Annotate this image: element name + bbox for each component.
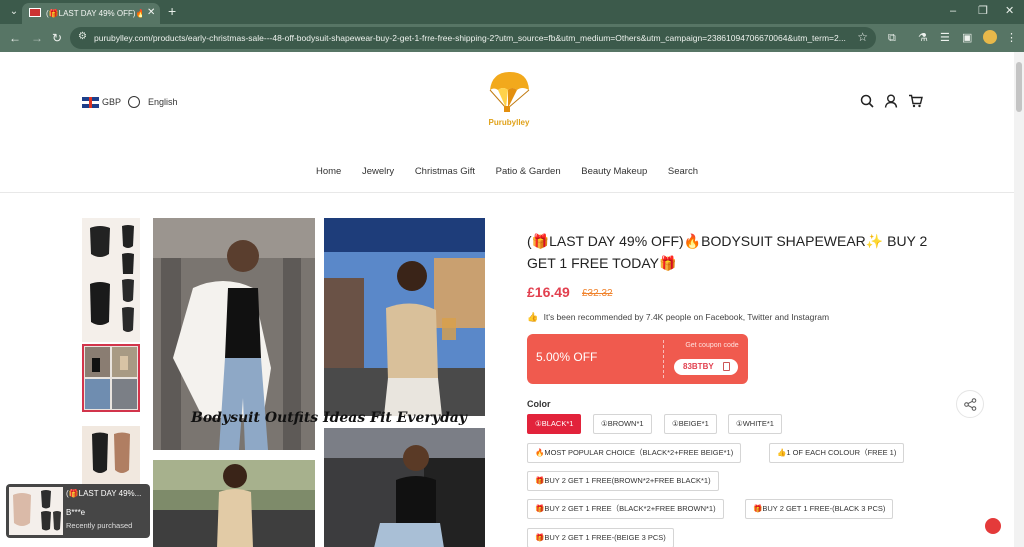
- variant-option-brown[interactable]: ①BROWN*1: [593, 414, 652, 434]
- web-page: GBP English Purubylley Home Jewelry Chri…: [0, 52, 1014, 547]
- scrollbar-thumb[interactable]: [1016, 62, 1022, 112]
- share-button[interactable]: [956, 390, 984, 418]
- side-panel-icon[interactable]: ▣: [962, 31, 972, 45]
- color-label: Color: [527, 399, 551, 409]
- gallery-image-street-beige[interactable]: [153, 460, 315, 547]
- us-flag-favicon-icon: [29, 8, 41, 17]
- gallery-image-black-stairs[interactable]: [324, 428, 485, 547]
- minimize-button[interactable]: –: [950, 3, 956, 19]
- back-arrow-icon[interactable]: ←: [9, 30, 21, 46]
- recent-purchase-title: (🎁LAST DAY 49%...: [66, 489, 142, 498]
- nav-item-beauty-makeup[interactable]: Beauty Makeup: [581, 164, 647, 180]
- language-label[interactable]: English: [148, 95, 178, 109]
- uk-flag-icon: [82, 97, 99, 108]
- reading-list-icon[interactable]: ☰: [940, 31, 950, 45]
- product-thumbnail-3-selected[interactable]: [82, 344, 140, 412]
- tab-search-chevron-icon[interactable]: ⌄: [6, 4, 22, 20]
- browser-tab[interactable]: (🎁LAST DAY 49% OFF)🔥BODYSUIT SHAPEWEAR ✕: [22, 3, 160, 24]
- gallery-banner-text: Bodysuit Outfits Ideas Fit Everyday: [191, 410, 467, 426]
- currency-label[interactable]: GBP: [102, 95, 121, 109]
- profile-avatar-icon[interactable]: [983, 30, 997, 44]
- lab-flask-icon[interactable]: ⚗: [918, 31, 928, 45]
- coupon-label: Get coupon code: [685, 342, 739, 349]
- product-thumbnail-2[interactable]: [82, 274, 140, 342]
- coupon-discount: 5.00% OFF: [536, 350, 598, 364]
- cart-icon[interactable]: [908, 94, 923, 108]
- address-bar[interactable]: ⚙ purubylley.com/products/early-christma…: [70, 27, 876, 49]
- tab-close-icon[interactable]: ✕: [147, 6, 155, 20]
- original-price: £32.32: [582, 288, 613, 299]
- coupon-code: 83BTBY: [683, 362, 714, 371]
- variant-option-white[interactable]: ①WHITE*1: [728, 414, 782, 434]
- variant-option-black[interactable]: ①BLACK*1: [527, 414, 582, 434]
- globe-icon: [128, 96, 140, 108]
- account-user-icon[interactable]: [884, 94, 898, 108]
- variant-option-most-popular[interactable]: 🔥MOST POPULAR CHOICE（BLACK*2+FREE BEIGE*…: [527, 443, 742, 463]
- recent-purchase-subtitle: Recently purchased: [66, 521, 133, 530]
- coupon-divider: [663, 340, 664, 378]
- coupon-code-button[interactable]: 83BTBY: [674, 359, 738, 375]
- coupon-card: 5.00% OFF Get coupon code 83BTBY: [527, 334, 748, 384]
- recommendation-text: It's been recommended by 7.4K people on …: [543, 312, 830, 322]
- nav-item-jewelry[interactable]: Jewelry: [362, 164, 394, 180]
- restore-button[interactable]: ❐: [978, 3, 988, 19]
- nav-item-patio-garden[interactable]: Patio & Garden: [496, 164, 561, 180]
- extensions-icon[interactable]: ⧉: [888, 31, 896, 45]
- recent-purchase-image: [9, 487, 63, 535]
- page-scrollbar[interactable]: [1014, 52, 1024, 547]
- product-title: (🎁LAST DAY 49% OFF)🔥BODYSUIT SHAPEWEAR✨ …: [527, 233, 928, 271]
- site-info-icon[interactable]: ⚙: [78, 31, 87, 42]
- bookmark-star-icon[interactable]: ☆: [857, 30, 868, 44]
- close-window-button[interactable]: ✕: [1005, 3, 1014, 19]
- recent-purchase-popup[interactable]: (🎁LAST DAY 49%... B***e Recently purchas…: [6, 484, 150, 538]
- reload-icon[interactable]: ↻: [52, 30, 62, 46]
- variant-option-beige-3pcs[interactable]: 🎁BUY 2 GET 1 FREE-(BEIGE 3 PCS): [527, 528, 674, 547]
- site-logo[interactable]: Purubylley: [486, 70, 532, 130]
- logo-text: Purubylley: [488, 118, 530, 127]
- search-icon[interactable]: [860, 94, 874, 108]
- variant-option-each-colour[interactable]: 👍1 OF EACH COLOUR（FREE 1): [769, 443, 905, 463]
- nav-item-search[interactable]: Search: [668, 164, 698, 180]
- parachute-logo-icon: [489, 72, 530, 112]
- gallery-image-beige-bodysuit[interactable]: [324, 218, 485, 416]
- browser-toolbar: ← → ↻ ⚙ purubylley.com/products/early-ch…: [0, 24, 1024, 52]
- recent-purchase-name: B***e: [66, 508, 86, 517]
- variant-option-beige[interactable]: ①BEIGE*1: [664, 414, 717, 434]
- main-navigation: Home Jewelry Christmas Gift Patio & Gard…: [0, 164, 1014, 180]
- nav-item-christmas-gift[interactable]: Christmas Gift: [415, 164, 475, 180]
- variant-option-black-brown-bundle[interactable]: 🎁BUY 2 GET 1 FREE（BLACK*2+FREE BROWN*1): [527, 499, 724, 519]
- forward-arrow-icon[interactable]: →: [31, 30, 43, 46]
- thumbs-up-icon: 👍: [527, 312, 539, 322]
- browser-tab-bar: ⌄ (🎁LAST DAY 49% OFF)🔥BODYSUIT SHAPEWEAR…: [0, 0, 1024, 24]
- product-gallery: Bodysuit Outfits Ideas Fit Everyday: [153, 218, 485, 547]
- new-tab-button[interactable]: +: [168, 3, 176, 19]
- more-menu-icon[interactable]: ⋮: [1006, 31, 1017, 45]
- chat-support-icon[interactable]: [985, 518, 1001, 534]
- sale-price: £16.49: [527, 284, 570, 300]
- header-divider: [0, 192, 1014, 193]
- nav-item-home[interactable]: Home: [316, 164, 341, 180]
- variant-option-black-3pcs[interactable]: 🎁BUY 2 GET 1 FREE-(BLACK 3 PCS): [745, 499, 894, 519]
- url-text[interactable]: purubylley.com/products/early-christmas-…: [94, 32, 854, 44]
- share-icon: [964, 398, 977, 411]
- recommendation-line: 👍 It's been recommended by 7.4K people o…: [527, 311, 829, 323]
- variant-option-brown-bundle[interactable]: 🎁BUY 2 GET 1 FREE(BROWN*2+FREE BLACK*1): [527, 471, 719, 491]
- copy-icon[interactable]: [723, 362, 730, 371]
- tab-title: (🎁LAST DAY 49% OFF)🔥BODYSUIT SHAPEWEAR: [46, 9, 142, 18]
